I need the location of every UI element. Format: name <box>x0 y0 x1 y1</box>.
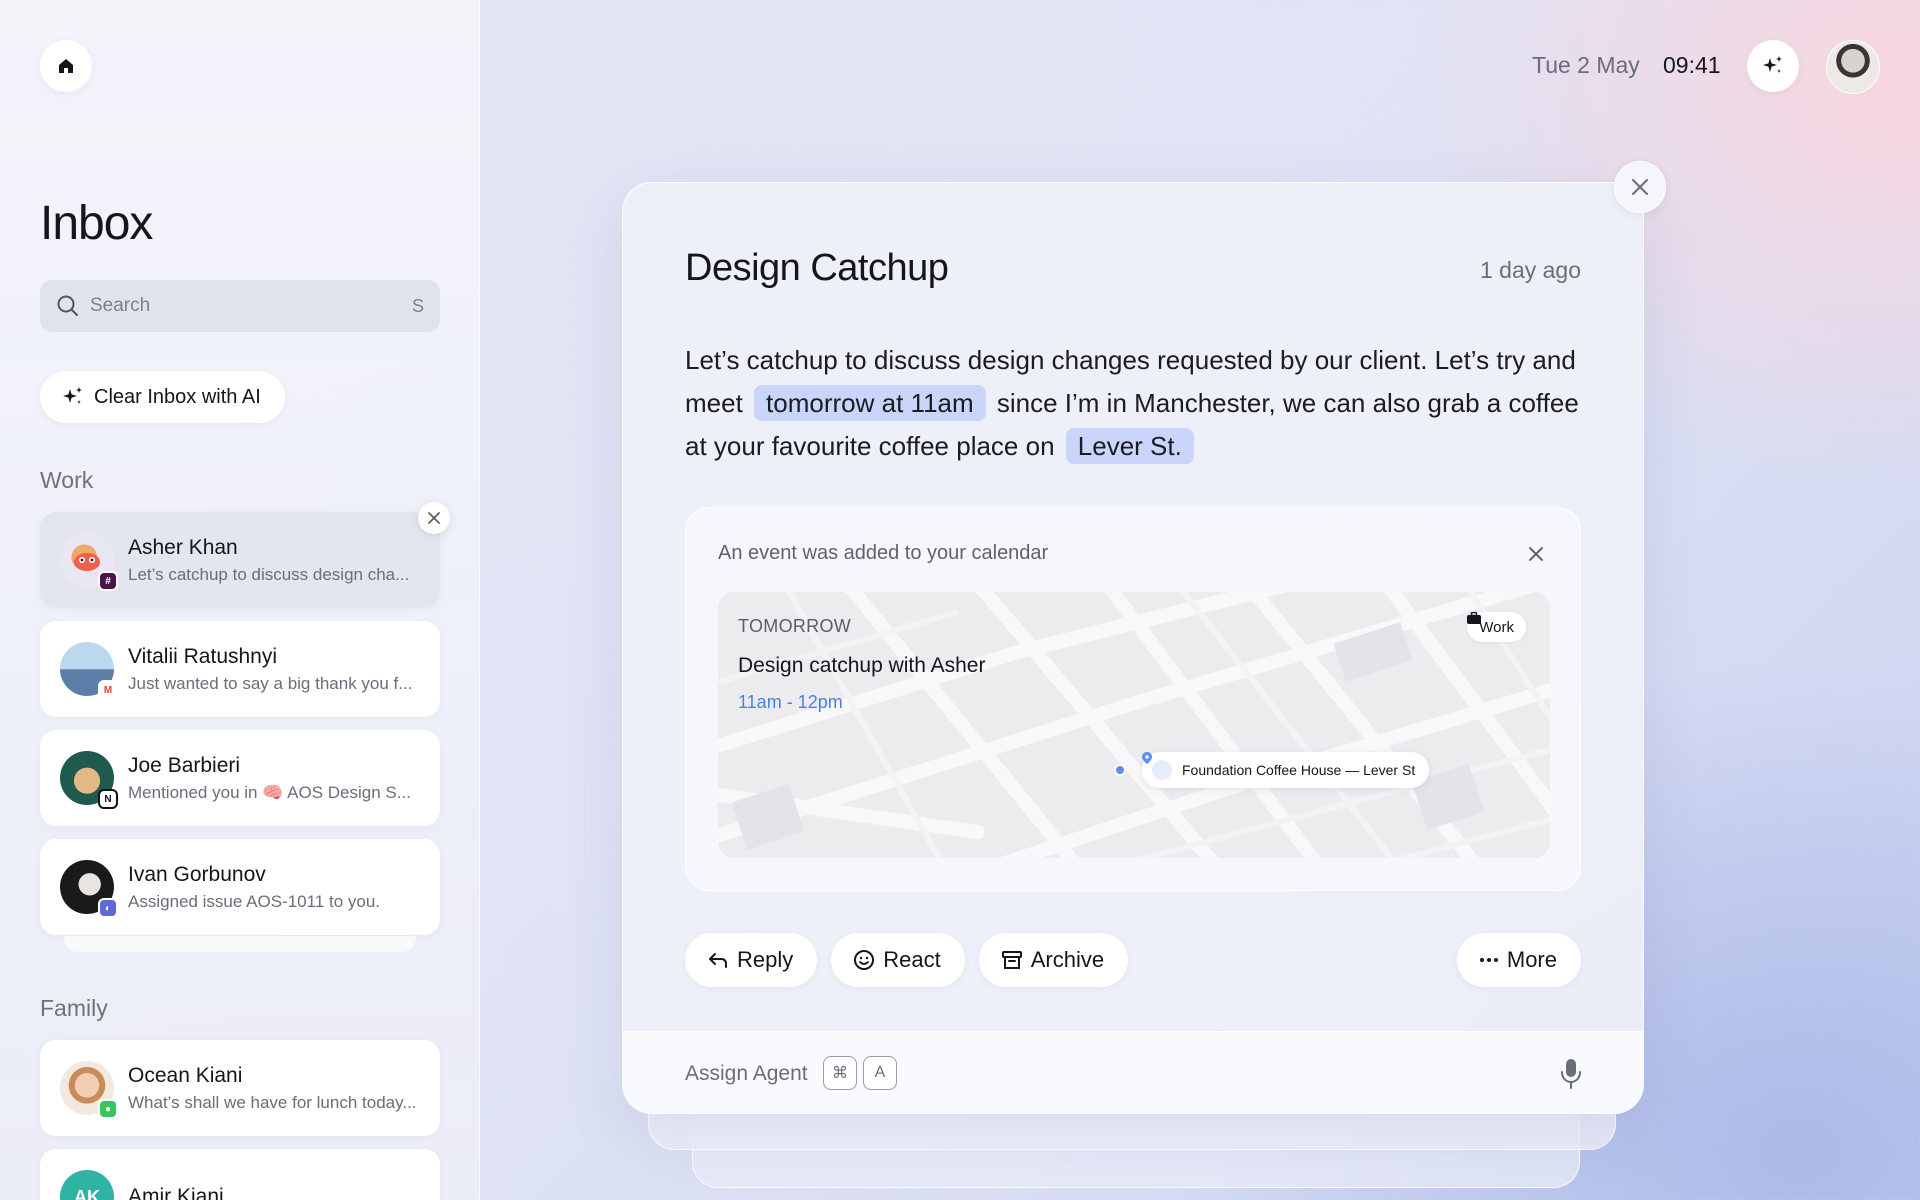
location-pin-icon <box>1142 752 1172 780</box>
message-time-ago: 1 day ago <box>1479 257 1581 283</box>
message-detail-card: Design Catchup 1 day ago Let’s catchup t… <box>622 182 1644 1114</box>
list-item-ivan-gorbunov[interactable]: ◐ Ivan Gorbunov Assigned issue AOS-1011 … <box>40 839 440 935</box>
avatar: N <box>60 751 118 809</box>
home-button[interactable] <box>40 40 92 92</box>
list-item-amir-kiani[interactable]: AK Amir Kiani <box>40 1149 440 1200</box>
shortcut-key-a: A <box>863 1056 897 1090</box>
message-preview: Just wanted to say a big thank you f... <box>128 673 413 693</box>
message-actions: Reply React Archive <box>685 933 1129 987</box>
event-dismiss-button[interactable] <box>1524 542 1548 566</box>
messages-badge-icon: ● <box>98 1099 118 1119</box>
smiley-icon <box>854 950 875 970</box>
linear-badge-icon: ◐ <box>98 898 118 918</box>
clear-inbox-label: Clear Inbox with AI <box>94 385 261 408</box>
calendar-event-card: An event was added to your calendar TOMO… <box>685 507 1581 891</box>
section-label-family: Family <box>40 995 108 1021</box>
avatar: M <box>60 642 118 700</box>
message-preview: Mentioned you in 🧠 AOS Design S... <box>128 782 411 802</box>
avatar-initials: AK <box>74 1186 100 1200</box>
react-label: React <box>883 947 941 972</box>
event-tag-label: Work <box>1479 618 1514 636</box>
event-notice: An event was added to your calendar <box>718 542 1049 564</box>
react-button[interactable]: React <box>831 933 965 987</box>
clear-inbox-ai-button[interactable]: Clear Inbox with AI <box>40 371 285 423</box>
sparkle-icon <box>63 387 82 404</box>
reply-icon <box>709 953 727 968</box>
archive-icon <box>1001 951 1022 969</box>
event-time: 11am - 12pm <box>738 692 843 712</box>
event-calendar-tag[interactable]: Work <box>1467 612 1526 642</box>
sender-name: Ivan Gorbunov <box>128 862 266 886</box>
message-body: Let’s catchup to discuss design changes … <box>685 339 1585 468</box>
close-icon <box>428 512 440 524</box>
assign-agent-label: Assign Agent <box>685 1062 808 1085</box>
close-icon <box>1632 179 1648 195</box>
home-icon <box>59 59 73 73</box>
avatar: ◐ <box>60 860 118 918</box>
highlight-location[interactable]: Lever St. <box>1065 428 1194 464</box>
sidebar: Inbox S Clear Inbox with AI Work # Asher… <box>0 0 480 1200</box>
archive-button[interactable]: Archive <box>978 933 1129 987</box>
search-shortcut: S <box>411 295 424 316</box>
close-message-button[interactable] <box>1614 161 1666 213</box>
list-item-asher-khan[interactable]: # Asher Khan Let’s catchup to discuss de… <box>40 512 440 608</box>
profile-avatar[interactable] <box>1826 40 1880 94</box>
search-input[interactable] <box>90 295 412 317</box>
event-map[interactable]: TOMORROW Design catchup with Asher 11am … <box>718 592 1550 858</box>
time-display: 09:41 <box>1663 52 1721 78</box>
current-location-dot <box>1114 764 1126 776</box>
ai-assistant-button[interactable] <box>1747 40 1799 92</box>
date-display: Tue 2 May <box>1532 52 1640 78</box>
stacked-items-indicator[interactable] <box>64 936 416 952</box>
slack-badge-icon: # <box>98 571 118 591</box>
message-subject: Design Catchup <box>685 247 949 289</box>
list-item-joe-barbieri[interactable]: N Joe Barbieri Mentioned you in 🧠 AOS De… <box>40 730 440 826</box>
sender-name: Joe Barbieri <box>128 753 241 777</box>
archive-label: Archive <box>1030 947 1105 972</box>
sparkle-icon <box>1763 56 1782 73</box>
message-preview: Let’s catchup to discuss design cha... <box>128 564 410 584</box>
search-bar[interactable]: S <box>40 280 440 332</box>
close-icon <box>1529 547 1543 561</box>
briefcase-icon <box>1467 612 1482 624</box>
highlight-time[interactable]: tomorrow at 11am <box>754 385 986 421</box>
reply-label: Reply <box>737 947 794 972</box>
search-icon <box>57 295 78 316</box>
list-item-ocean-kiani[interactable]: ● Ocean Kiani What’s shall we have for l… <box>40 1040 440 1136</box>
sender-name: Ocean Kiani <box>128 1063 243 1087</box>
avatar: # <box>60 533 118 591</box>
sender-name: Vitalii Ratushnyi <box>128 644 278 668</box>
assign-agent-bar[interactable]: Assign Agent ⌘ A <box>623 1031 1643 1113</box>
notion-badge-icon: N <box>98 789 118 809</box>
sender-name: Amir Kiani <box>128 1185 224 1200</box>
page-title: Inbox <box>40 197 153 250</box>
shortcut-key-cmd: ⌘ <box>823 1056 857 1090</box>
section-label-work: Work <box>40 467 94 493</box>
message-preview: What’s shall we have for lunch today... <box>128 1092 417 1112</box>
microphone-icon[interactable] <box>1559 1058 1583 1090</box>
avatar: ● <box>60 1061 118 1119</box>
event-location-pill[interactable]: Foundation Coffee House — Lever St <box>1142 752 1430 788</box>
more-label: More <box>1506 947 1557 972</box>
dismiss-item-button[interactable] <box>418 502 450 534</box>
sender-name: Asher Khan <box>128 535 238 559</box>
reply-button[interactable]: Reply <box>685 933 818 987</box>
gmail-badge-icon: M <box>98 680 118 700</box>
more-button[interactable]: More <box>1456 933 1581 987</box>
event-day: TOMORROW <box>738 616 852 636</box>
ellipsis-icon <box>1479 958 1498 962</box>
event-location-label: Foundation Coffee House — Lever St <box>1182 762 1416 778</box>
avatar: AK <box>60 1170 114 1200</box>
list-item-vitalii-ratushnyi[interactable]: M Vitalii Ratushnyi Just wanted to say a… <box>40 621 440 717</box>
message-preview: Assigned issue AOS-1011 to you. <box>128 891 381 911</box>
event-title: Design catchup with Asher <box>738 654 986 677</box>
